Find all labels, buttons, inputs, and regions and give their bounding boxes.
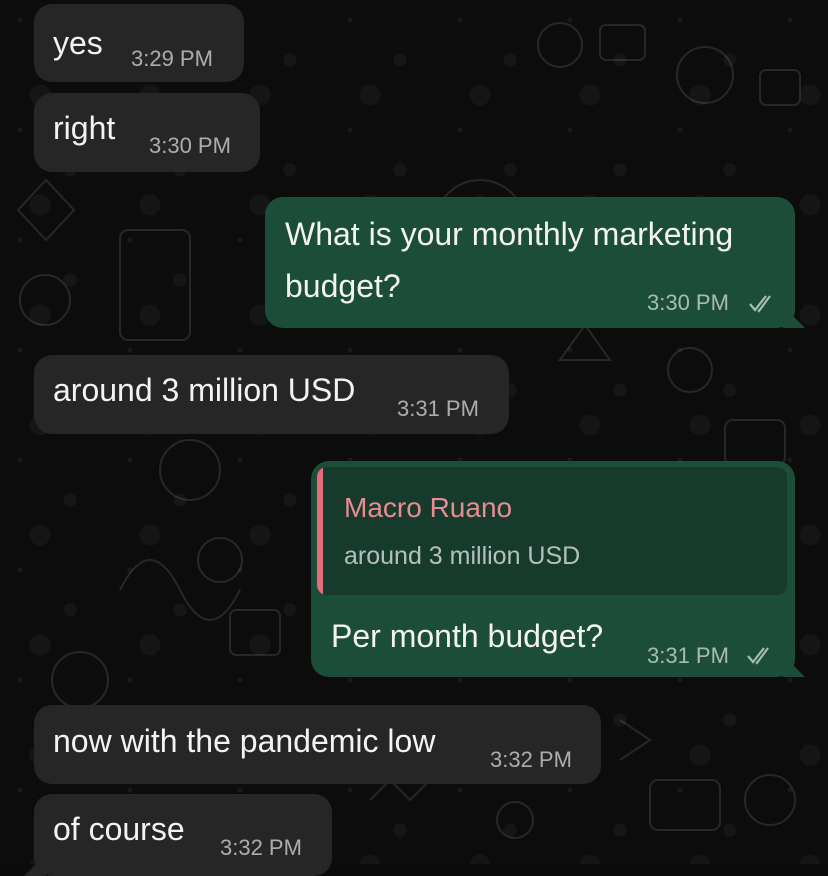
message-text-line-2: budget?: [285, 268, 401, 304]
message-text: now with the pandemic low: [53, 723, 436, 759]
incoming-message-bubble[interactable]: right 3:30 PM: [34, 93, 260, 172]
quoted-author: Macro Ruano: [344, 492, 513, 523]
read-receipt-icon: [749, 295, 771, 313]
message-timestamp: 3:29 PM: [131, 46, 213, 71]
outgoing-message-bubble[interactable]: What is your monthly marketing budget? 3…: [265, 197, 805, 328]
incoming-message-bubble[interactable]: yes 3:29 PM: [34, 4, 244, 82]
incoming-message-bubble[interactable]: now with the pandemic low 3:32 PM: [34, 705, 601, 784]
message-timestamp: 3:32 PM: [490, 747, 572, 772]
message-text: around 3 million USD: [53, 372, 356, 408]
quote-accent-bar: [317, 467, 323, 595]
message-text: of course: [53, 811, 185, 847]
incoming-message-bubble[interactable]: around 3 million USD 3:31 PM: [34, 355, 509, 434]
read-receipt-icon: [747, 647, 769, 665]
message-timestamp: 3:32 PM: [220, 835, 302, 860]
quoted-text: around 3 million USD: [344, 542, 581, 570]
message-timestamp: 3:31 PM: [647, 643, 729, 668]
message-timestamp: 3:30 PM: [149, 133, 231, 158]
message-timestamp: 3:31 PM: [397, 396, 479, 421]
quoted-message[interactable]: Macro Ruano around 3 million USD: [317, 467, 787, 595]
message-text: Per month budget?: [331, 618, 604, 654]
message-timestamp: 3:30 PM: [647, 290, 729, 315]
message-text: yes: [53, 25, 103, 61]
message-text: right: [53, 110, 116, 146]
outgoing-reply-message-bubble[interactable]: Macro Ruano around 3 million USD Per mon…: [311, 461, 805, 677]
message-text-line-1: What is your monthly marketing: [285, 216, 734, 252]
